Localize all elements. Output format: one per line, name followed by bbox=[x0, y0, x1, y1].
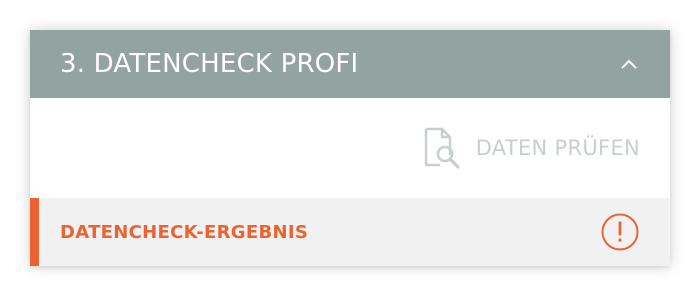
daten-pruefen-button[interactable]: DATEN PRÜFEN bbox=[422, 127, 640, 169]
panel-header[interactable]: 3. DATENCHECK PROFI bbox=[30, 30, 670, 98]
document-search-icon bbox=[424, 127, 460, 169]
panel-title: 3. DATENCHECK PROFI bbox=[60, 49, 359, 79]
datencheck-result-row[interactable]: DATENCHECK-ERGEBNIS bbox=[30, 198, 670, 266]
result-label: DATENCHECK-ERGEBNIS bbox=[60, 221, 309, 243]
chevron-up-icon[interactable] bbox=[618, 53, 640, 75]
datencheck-profi-panel: 3. DATENCHECK PROFI DATEN PRÜFEN DATENCH… bbox=[30, 30, 670, 266]
action-row: DATEN PRÜFEN bbox=[30, 98, 670, 198]
exclamation-circle-icon bbox=[601, 213, 639, 251]
daten-pruefen-label: DATEN PRÜFEN bbox=[475, 136, 640, 160]
